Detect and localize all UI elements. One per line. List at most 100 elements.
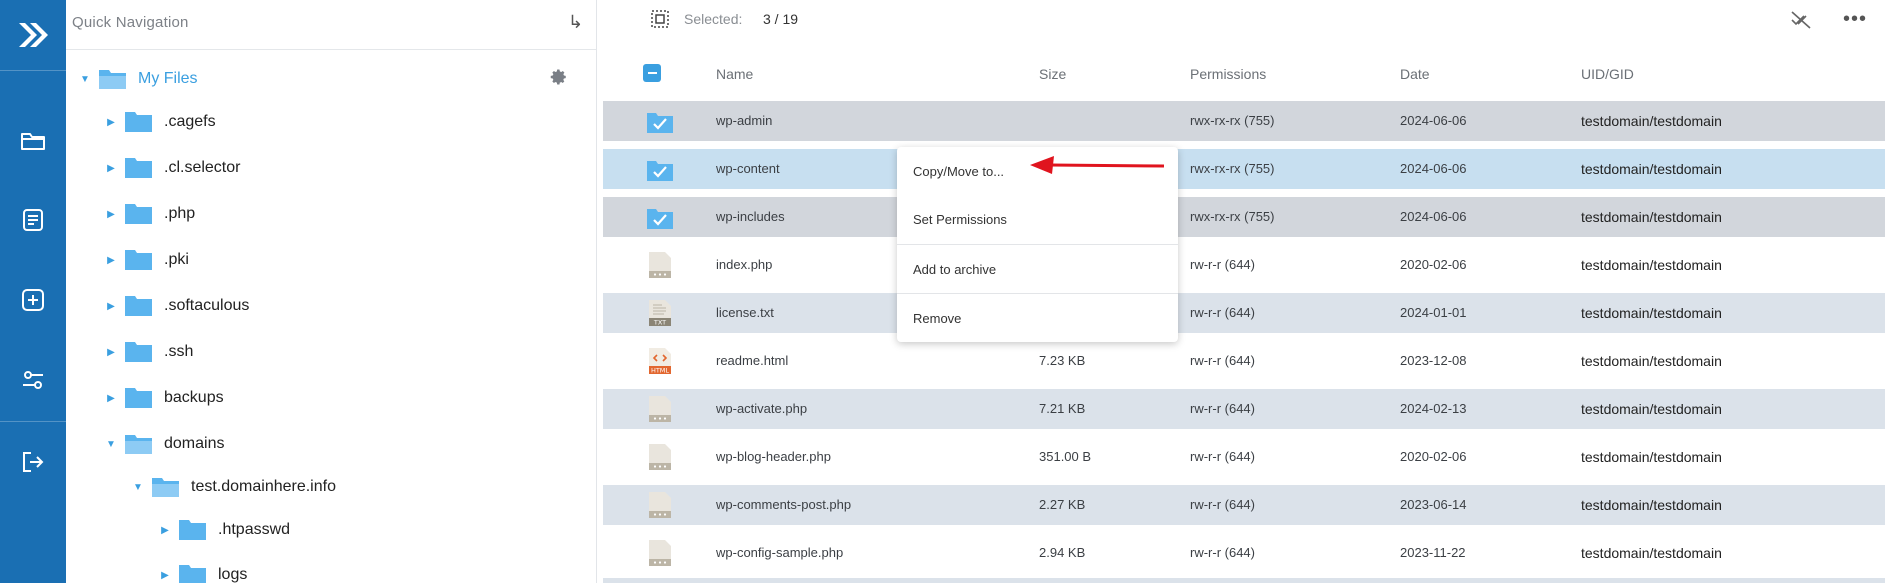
- tree-node[interactable]: ▶ .softaculous: [104, 288, 249, 324]
- folder-icon: [125, 204, 152, 224]
- file-permissions[interactable]: rw-r-r (644): [1190, 497, 1255, 512]
- table-row[interactable]: wp-activate.php 7.21 KB rw-r-r (644) 202…: [603, 389, 1885, 429]
- caret-right-icon[interactable]: ▶: [104, 393, 118, 404]
- folder-checked-icon[interactable]: [647, 203, 673, 231]
- tree-node[interactable]: ▼ test.domainhere.info: [131, 469, 336, 505]
- column-header-date[interactable]: Date: [1400, 66, 1430, 82]
- table-header: Name Size Permissions Date UID/GID: [603, 56, 1885, 96]
- file-permissions[interactable]: rw-r-r (644): [1190, 305, 1255, 320]
- file-date: 2024-06-06: [1400, 209, 1467, 224]
- table-row[interactable]: wp-content rwx-rx-rx (755) 2024-06-06 te…: [603, 149, 1885, 189]
- php-file-icon: [649, 252, 671, 278]
- file-uid-gid: testdomain/testdomain: [1581, 113, 1722, 129]
- quick-navigation-enter-icon[interactable]: ↳: [568, 12, 583, 33]
- column-header-name[interactable]: Name: [716, 66, 753, 82]
- folder-checked-icon[interactable]: [647, 107, 673, 135]
- tree-node[interactable]: ▶ .htpasswd: [158, 512, 290, 548]
- tree-node-label: logs: [218, 566, 248, 583]
- table-row[interactable]: wp-includes rwx-rx-rx (755) 2024-06-06 t…: [603, 197, 1885, 237]
- file-date: 2024-06-06: [1400, 113, 1467, 128]
- column-header-permissions[interactable]: Permissions: [1190, 66, 1266, 82]
- file-permissions[interactable]: rw-r-r (644): [1190, 545, 1255, 560]
- document-icon[interactable]: [0, 200, 66, 240]
- tree-node[interactable]: ▶ .cagefs: [104, 104, 216, 140]
- quick-navigation-bar: Quick Navigation ↳: [66, 0, 596, 50]
- table-row[interactable]: wp-comments-post.php 2.27 KB rw-r-r (644…: [603, 485, 1885, 525]
- caret-right-icon[interactable]: ▶: [104, 163, 118, 174]
- file-uid-gid: testdomain/testdomain: [1581, 209, 1722, 225]
- caret-right-icon[interactable]: ▶: [104, 255, 118, 266]
- file-uid-gid: testdomain/testdomain: [1581, 305, 1722, 321]
- file-uid-gid: testdomain/testdomain: [1581, 161, 1722, 177]
- file-uid-gid: testdomain/testdomain: [1581, 353, 1722, 369]
- table-row[interactable]: wp-config-sample.php 2.94 KB rw-r-r (644…: [603, 533, 1885, 573]
- tree-node[interactable]: ▶ .php: [104, 196, 195, 232]
- caret-right-icon[interactable]: ▶: [158, 570, 172, 581]
- folder-checked-icon[interactable]: [647, 155, 673, 183]
- caret-down-icon[interactable]: ▼: [104, 439, 118, 450]
- sliders-icon[interactable]: [0, 360, 66, 400]
- tree-node-my-files[interactable]: ▼ My Files: [78, 61, 198, 97]
- caret-down-icon[interactable]: ▼: [131, 482, 145, 493]
- logout-icon[interactable]: [0, 442, 66, 482]
- column-header-size[interactable]: Size: [1039, 66, 1066, 82]
- folder-icon: [179, 520, 206, 540]
- caret-right-icon[interactable]: ▶: [158, 525, 172, 536]
- tree-node-label: .php: [164, 205, 196, 222]
- selected-count: 3 / 19: [763, 11, 799, 27]
- file-permissions[interactable]: rwx-rx-rx (755): [1190, 209, 1275, 224]
- file-permissions[interactable]: rw-r-r (644): [1190, 257, 1255, 272]
- file-permissions[interactable]: rw-r-r (644): [1190, 353, 1255, 368]
- file-permissions[interactable]: rwx-rx-rx (755): [1190, 161, 1275, 176]
- caret-down-icon[interactable]: ▼: [78, 74, 92, 85]
- folder-icon: [125, 250, 152, 270]
- table-row[interactable]: index.php rw-r-r (644) 2020-02-06 testdo…: [603, 245, 1885, 285]
- caret-right-icon[interactable]: ▶: [104, 347, 118, 358]
- file-permissions[interactable]: rw-r-r (644): [1190, 449, 1255, 464]
- tree-node-label: .cl.selector: [164, 159, 241, 176]
- app-logo-icon[interactable]: [0, 0, 66, 70]
- gear-icon[interactable]: [550, 68, 568, 86]
- file-permissions[interactable]: rwx-rx-rx (755): [1190, 113, 1275, 128]
- tree-node[interactable]: ▶ backups: [104, 380, 224, 416]
- quick-navigation-label: Quick Navigation: [72, 14, 189, 31]
- table-row[interactable]: HTML readme.html 7.23 KB rw-r-r (644) 20…: [603, 341, 1885, 381]
- left-rail: [0, 0, 66, 583]
- file-list-panel: Selected: 3 / 19 ••• Name Size Permissio…: [603, 0, 1885, 583]
- menu-item-add-to-archive[interactable]: Add to archive: [897, 245, 1178, 293]
- tree-node[interactable]: ▶ .pki: [104, 242, 189, 278]
- tree-node[interactable]: ▶ .ssh: [104, 334, 193, 370]
- menu-item-remove[interactable]: Remove: [897, 294, 1178, 342]
- table-row[interactable]: wp-blog-header.php 351.00 B rw-r-r (644)…: [603, 437, 1885, 477]
- tree-node[interactable]: ▼ domains: [104, 426, 224, 462]
- tree-node-label: My Files: [138, 70, 198, 87]
- caret-right-icon[interactable]: ▶: [104, 117, 118, 128]
- column-header-uid-gid[interactable]: UID/GID: [1581, 66, 1634, 82]
- file-date: 2020-02-06: [1400, 257, 1467, 272]
- file-uid-gid: testdomain/testdomain: [1581, 497, 1722, 513]
- table-row[interactable]: wp-admin rwx-rx-rx (755) 2024-06-06 test…: [603, 101, 1885, 141]
- file-name: wp-blog-header.php: [716, 449, 831, 464]
- file-name: wp-admin: [716, 113, 773, 128]
- select-all-checkbox[interactable]: [643, 64, 661, 82]
- file-name: wp-content: [716, 161, 780, 176]
- file-permissions[interactable]: rw-r-r (644): [1190, 401, 1255, 416]
- table-row[interactable]: TXT license.txt rw-r-r (644) 2024-01-01 …: [603, 293, 1885, 333]
- tree-node[interactable]: ▶ logs: [158, 557, 247, 583]
- txt-badge: TXT: [653, 319, 666, 327]
- caret-right-icon[interactable]: ▶: [104, 209, 118, 220]
- caret-right-icon[interactable]: ▶: [104, 301, 118, 312]
- folder-icon[interactable]: [0, 121, 66, 161]
- folder-tree-panel: Quick Navigation ↳ ▼ My Files ▶ .cagefs …: [66, 0, 597, 583]
- php-file-icon: [649, 444, 671, 470]
- file-size: 2.94 KB: [1039, 545, 1086, 560]
- deselect-all-icon[interactable]: [1790, 10, 1812, 30]
- more-options-icon[interactable]: •••: [1843, 8, 1867, 31]
- menu-item-set-permissions[interactable]: Set Permissions: [897, 195, 1178, 243]
- select-all-icon[interactable]: [651, 10, 669, 28]
- plus-square-icon[interactable]: [0, 280, 66, 320]
- file-size: 351.00 B: [1039, 449, 1092, 464]
- php-file-icon: [649, 396, 671, 422]
- tree-node[interactable]: ▶ .cl.selector: [104, 150, 240, 186]
- selected-label: Selected:: [684, 11, 743, 27]
